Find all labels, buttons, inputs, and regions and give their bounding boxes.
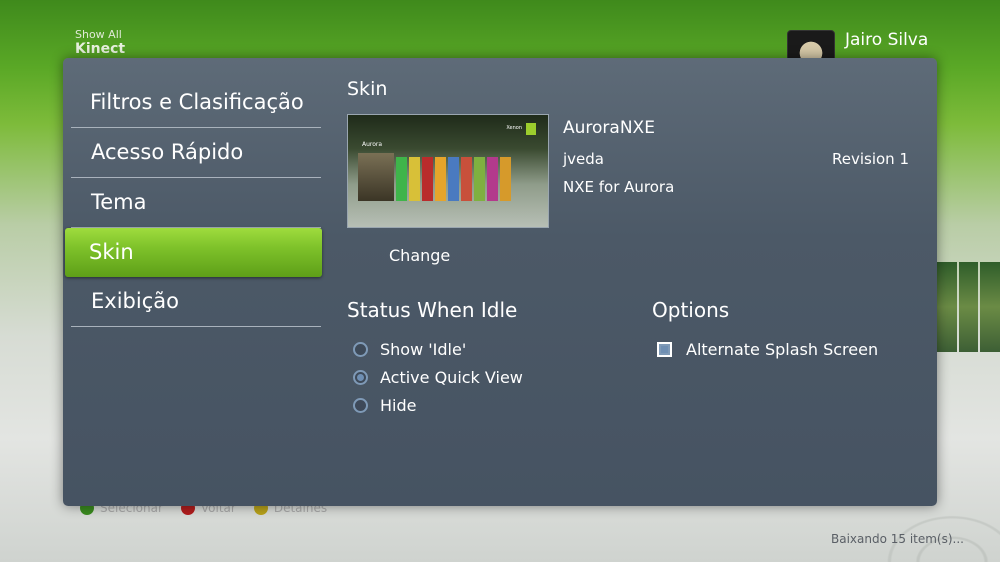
checkbox-checked-icon[interactable] — [657, 342, 672, 357]
preview-cover — [487, 157, 498, 201]
skin-revision: Revision 1 — [832, 150, 909, 168]
background-filter-small: Show All — [75, 28, 122, 41]
menu-item-display[interactable]: Exibição — [71, 277, 321, 327]
settings-menu: Filtros e Clasificação Acesso Rápido Tem… — [65, 78, 322, 327]
game-cover — [937, 262, 957, 352]
radio-active-quick-view[interactable]: Active Quick View — [353, 368, 523, 387]
radio-show-idle[interactable]: Show 'Idle' — [353, 340, 466, 359]
preview-cover — [435, 157, 446, 201]
preview-cover — [396, 157, 407, 201]
skin-description: NXE for Aurora — [563, 178, 675, 196]
background-filter-large: Kinect — [75, 41, 126, 57]
menu-item-filters[interactable]: Filtros e Clasificação — [71, 78, 321, 128]
game-cover — [980, 262, 1000, 352]
checkbox-alternate-splash-label: Alternate Splash Screen — [686, 340, 879, 359]
preview-cover — [461, 157, 472, 201]
radio-unchecked-icon[interactable] — [353, 398, 368, 413]
download-status: Baixando 15 item(s)... — [830, 532, 964, 546]
radio-show-idle-label: Show 'Idle' — [380, 340, 467, 359]
preview-covers — [358, 153, 511, 201]
menu-item-quick-access[interactable]: Acesso Rápido — [71, 128, 321, 178]
options-title: Options — [652, 298, 730, 322]
radio-active-quick-view-label: Active Quick View — [380, 368, 523, 387]
background-filter-label: Show All Kinect — [75, 28, 125, 56]
radio-hide[interactable]: Hide — [353, 396, 416, 415]
change-skin-button[interactable]: Change — [389, 246, 450, 265]
preview-cover — [500, 157, 511, 201]
radio-unchecked-icon[interactable] — [353, 342, 368, 357]
skin-author: jveda — [563, 150, 604, 168]
preview-logo-icon — [526, 123, 536, 135]
game-cover — [958, 262, 979, 352]
skin-name: AuroraNXE — [563, 118, 655, 138]
preview-cover — [358, 153, 394, 201]
skin-section-title: Skin — [347, 78, 388, 100]
skin-preview-image: Aurora Xenon — [347, 114, 549, 228]
radio-hide-label: Hide — [380, 396, 417, 415]
preview-cover — [422, 157, 433, 201]
preview-cover — [448, 157, 459, 201]
checkbox-alternate-splash[interactable]: Alternate Splash Screen — [657, 340, 878, 359]
menu-item-theme[interactable]: Tema — [71, 178, 321, 228]
settings-dialog: Filtros e Clasificação Acesso Rápido Tem… — [63, 58, 937, 506]
preview-cover — [409, 157, 420, 201]
preview-brand: Aurora — [362, 141, 383, 148]
gamertag: Jairo Silva — [845, 30, 929, 50]
background-game-covers — [937, 262, 1000, 352]
preview-cover — [474, 157, 485, 201]
preview-logo-label: Xenon — [506, 125, 522, 131]
menu-item-skin[interactable]: Skin — [65, 228, 322, 277]
radio-checked-icon[interactable] — [353, 370, 368, 385]
status-when-idle-title: Status When Idle — [347, 298, 518, 322]
